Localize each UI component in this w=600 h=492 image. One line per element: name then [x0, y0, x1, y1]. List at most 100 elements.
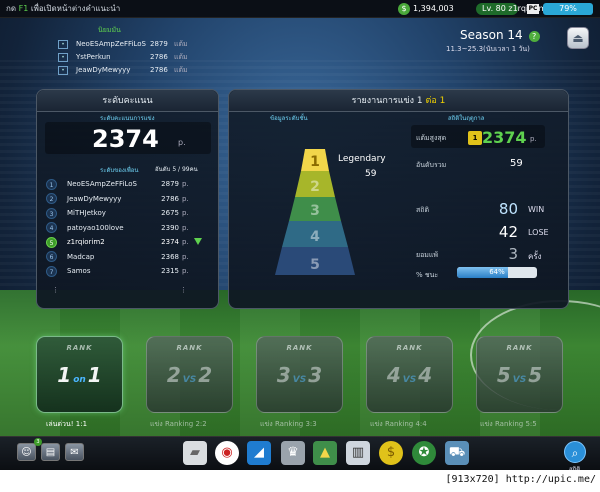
player-name: JeawDyMewyyy — [76, 66, 131, 74]
score-panel-title: ระดับคะแนน — [37, 90, 218, 112]
mode-vs: VS — [182, 375, 197, 385]
boot-icon[interactable]: ◢ — [247, 441, 271, 465]
rank-number: 2 — [46, 193, 57, 205]
pyramid-icon[interactable]: ▲ — [313, 441, 337, 465]
tier-badge-icon: 1 — [468, 131, 482, 145]
mode-rank-label: RANK — [506, 344, 533, 352]
friends-icon[interactable]: ☺ — [17, 443, 36, 461]
more-dots: ⋮ — [180, 286, 187, 294]
player-name: Madcap — [67, 252, 95, 261]
table-row[interactable]: 6 Madcap 2368 p. — [46, 250, 214, 265]
eject-button[interactable]: ⏏ — [567, 27, 589, 49]
trophy-icon[interactable]: ♛ — [281, 441, 305, 465]
player-points: 2315 — [161, 267, 179, 276]
mode-3v3-button[interactable]: RANK 3 VS 3 — [256, 336, 343, 413]
mode-right: 5 — [528, 363, 543, 387]
player-points: 2390 — [161, 223, 179, 232]
score-unit: p. — [178, 138, 186, 147]
mini-ranking-heading: นิยมมัน — [98, 26, 121, 34]
total-rank-value: 59 — [510, 158, 523, 169]
rank-down-icon — [194, 238, 202, 245]
club-icon[interactable]: ✪ — [412, 441, 436, 465]
mail-icon[interactable]: ✉ — [65, 443, 84, 461]
coin-icon: $ — [398, 3, 410, 15]
mode-title: 2 VS 2 — [147, 363, 232, 387]
winrate-label: % ชนะ — [416, 271, 439, 279]
mode-rank-label: RANK — [396, 344, 423, 352]
mini-ranking: นิยมมัน • NeoESAmpZeFFiLoS 2879 แต้ม • Y… — [58, 25, 198, 77]
tier-name: Legendary — [338, 154, 386, 164]
table-row[interactable]: 1 NeoESAmpZeFFiLoS 2879 p. — [46, 177, 214, 192]
points-unit: p. — [182, 194, 189, 203]
season-name: Season 14 — [460, 28, 523, 42]
player-name: NeoESAmpZeFFiLoS — [76, 40, 146, 48]
table-row[interactable]: 4 patoyao100love 2390 p. — [46, 221, 214, 236]
mode-1v1-button[interactable]: RANK 1 on 1 — [36, 336, 123, 413]
player-points: 2879 — [150, 40, 168, 48]
mode-2v2-button[interactable]: RANK 2 VS 2 — [146, 336, 233, 413]
mode-2v2-label: แข่ง Ranking 2:2 — [150, 420, 207, 428]
rank-number: 1 — [46, 178, 57, 190]
player-name: JeawDyMewyyy — [67, 194, 122, 203]
table-row[interactable]: 7 Samos 2315 p. — [46, 264, 214, 279]
player-points: 2786 — [161, 194, 179, 203]
points-unit: p. — [182, 209, 189, 218]
mode-3v3-label: แข่ง Ranking 3:3 — [260, 420, 317, 428]
table-row-current-user[interactable]: 5 z1rqiorim2 2374 p. — [46, 235, 214, 250]
match-report-title-mode: ต่อ 1 — [425, 96, 446, 106]
shoe-icon[interactable]: ▰ — [183, 441, 207, 465]
best-score-unit: p. — [530, 135, 537, 143]
mode-vs: VS — [402, 375, 417, 385]
points-unit: แต้ม — [174, 40, 188, 48]
friend-ranking-label: ระดับของเพื่อน — [100, 167, 139, 174]
lose-label: LOSE — [528, 228, 549, 237]
table-row[interactable]: 2 JeawDyMewyyy 2786 p. — [46, 192, 214, 207]
mode-1v1-label: เล่นด่วน! 1:1 — [46, 420, 88, 428]
player-name: z1rqiorim2 — [67, 238, 105, 247]
best-score-label: แต้มสูงสุด — [416, 134, 447, 142]
mode-title: 5 VS 5 — [477, 363, 562, 387]
more-dots: ⋮ — [52, 286, 59, 294]
top-status-bar: กด F1 เพื่อเปิดหน้าต่างคำแนะนำ $ 1,394,0… — [0, 0, 600, 18]
mode-right: 3 — [308, 363, 323, 387]
player-name: MiTHJetkoy — [67, 209, 106, 218]
mode-5v5-button[interactable]: RANK 5 VS 5 — [476, 336, 563, 413]
points-unit: แต้ม — [174, 53, 188, 61]
winrate-text: 64% — [489, 268, 505, 276]
mode-vs: VS — [292, 375, 307, 385]
rank-number: 4 — [46, 222, 57, 234]
search-icon[interactable]: ⌕ — [564, 441, 586, 463]
total-rank-label: อันดับรวม — [416, 161, 447, 169]
mode-title: 1 on 1 — [37, 363, 122, 387]
coin-icon[interactable]: $ — [379, 441, 403, 465]
mode-4v4-button[interactable]: RANK 4 VS 4 — [366, 336, 453, 413]
mode-left: 2 — [166, 363, 181, 387]
help-icon[interactable]: ? — [528, 31, 540, 42]
player-points: 2879 — [161, 180, 179, 189]
mode-title: 3 VS 3 — [257, 363, 342, 387]
mode-left: 3 — [276, 363, 291, 387]
mode-right: 2 — [198, 363, 213, 387]
win-value: 80 — [498, 200, 518, 218]
tier-level-2: 2 — [310, 179, 320, 195]
cards-icon[interactable]: ▥ — [346, 441, 370, 465]
mode-rank-label: RANK — [176, 344, 203, 352]
mode-rank-label: RANK — [286, 344, 313, 352]
tier-level-5: 5 — [310, 257, 320, 273]
player-points: 2786 — [150, 53, 168, 61]
lose-value: 42 — [498, 223, 518, 241]
points-unit: p. — [182, 252, 189, 261]
level-text: Lv. 80 — [482, 4, 506, 13]
battery-indicator: 79% — [543, 3, 593, 15]
table-row[interactable]: 3 MiTHJetkoy 2675 p. — [46, 206, 214, 221]
surrender-label: ยอมแพ้ — [416, 251, 439, 259]
image-host-footer: [913x720] http://upic.me/ — [0, 470, 600, 492]
points-unit: p. — [182, 180, 189, 189]
chat-icon[interactable]: ▤ — [41, 443, 60, 461]
player-points: 2368 — [161, 252, 179, 261]
ball-icon[interactable]: ◉ — [215, 441, 239, 465]
season-title: Season 14? — [460, 28, 540, 42]
points-unit: p. — [182, 267, 189, 276]
friend-ranking-list[interactable]: 1 NeoESAmpZeFFiLoS 2879 p. 2 JeawDyMewyyy 278… — [46, 177, 214, 279]
cart-icon[interactable]: ⛟ — [445, 441, 469, 465]
